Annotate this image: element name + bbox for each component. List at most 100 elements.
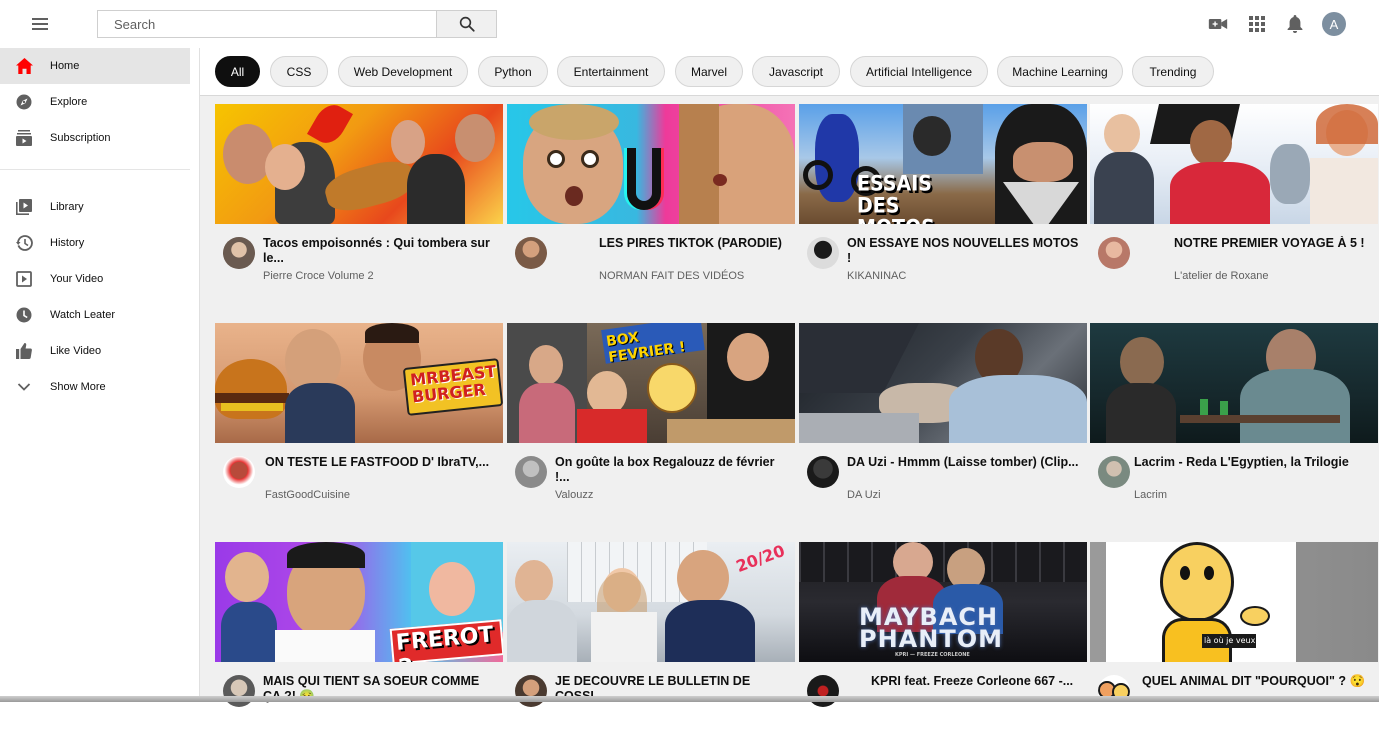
home-icon — [15, 57, 33, 75]
video-card[interactable]: MAYBACH PHANTOM KPRI — FREEZE CORLEONE K… — [799, 542, 1087, 752]
sidebar-item-watch-later[interactable]: Watch Leater — [0, 297, 190, 333]
search-box[interactable] — [97, 10, 437, 38]
video-card[interactable]: DA Uzi - Hmmm (Laisse tomber) (Clip... D… — [799, 323, 1087, 533]
channel-avatar[interactable] — [807, 675, 839, 707]
channel-avatar[interactable] — [515, 456, 547, 488]
hamburger-menu-icon[interactable] — [30, 16, 52, 32]
video-thumbnail[interactable]: MAYBACH PHANTOM KPRI — FREEZE CORLEONE — [799, 542, 1087, 662]
chip-all[interactable]: All — [215, 56, 260, 87]
main-content: All CSS Web Development Python Entertain… — [199, 48, 1379, 707]
window-bottom-edge — [0, 696, 1379, 702]
category-chips-bar: All CSS Web Development Python Entertain… — [200, 48, 1379, 96]
thumbnail-overlay-text: ESSAIS DES MOTOS — [857, 171, 935, 224]
sidebar-item-label: Home — [50, 60, 80, 72]
sidebar-item-show-more[interactable]: Show More — [0, 369, 190, 405]
video-card[interactable]: NOTRE PREMIER VOYAGE À 5 ! L'atelier de … — [1090, 104, 1378, 314]
video-card[interactable]: BOX FEVRIER ! On goûte la box Regalouzz … — [507, 323, 795, 533]
video-card[interactable]: MRBEAST BURGER ON TESTE LE FASTFOOD D' I… — [215, 323, 503, 533]
sidebar-item-subscription[interactable]: Subscription — [0, 120, 190, 156]
video-title[interactable]: ON ESSAYE NOS NOUVELLES MOTOS ! — [847, 236, 1079, 266]
search-button[interactable] — [436, 10, 497, 38]
sidebar-item-library[interactable]: Library — [0, 189, 190, 225]
channel-name[interactable]: Pierre Croce Volume 2 — [263, 270, 374, 282]
video-thumbnail[interactable] — [215, 104, 503, 224]
channel-avatar[interactable] — [807, 456, 839, 488]
video-camera-icon[interactable] — [1208, 14, 1228, 34]
video-title[interactable]: LES PIRES TIKTOK (PARODIE) — [599, 236, 831, 251]
channel-avatar[interactable] — [223, 456, 255, 488]
sidebar-item-label: Show More — [50, 381, 106, 393]
channel-name[interactable]: NORMAN FAIT DES VIDÉOS — [599, 270, 744, 282]
channel-avatar[interactable] — [223, 237, 255, 269]
chip-python[interactable]: Python — [478, 56, 548, 87]
video-title[interactable]: KPRI feat. Freeze Corleone 667 -... — [871, 674, 1103, 689]
video-thumbnail[interactable] — [507, 104, 795, 224]
video-thumbnail[interactable]: MRBEAST BURGER — [215, 323, 503, 443]
channel-avatar[interactable] — [1098, 675, 1130, 707]
video-thumbnail[interactable] — [1090, 104, 1378, 224]
channel-name[interactable]: L'atelier de Roxane — [1174, 270, 1268, 282]
library-icon — [15, 198, 33, 216]
channel-avatar[interactable] — [1098, 237, 1130, 269]
channel-name[interactable]: DA Uzi — [847, 489, 881, 501]
video-card[interactable]: FREROT 2 MAIS QUI TIENT SA SOEUR COMME Ç… — [215, 542, 503, 752]
sidebar-item-label: Subscription — [50, 132, 111, 144]
chip-entertainment[interactable]: Entertainment — [557, 56, 665, 87]
chip-marvel[interactable]: Marvel — [675, 56, 743, 87]
sidebar-item-label: Your Video — [50, 273, 104, 285]
video-card[interactable]: LES PIRES TIKTOK (PARODIE) NORMAN FAIT D… — [507, 104, 795, 314]
video-thumbnail[interactable]: là où je veux — [1090, 542, 1378, 662]
video-card[interactable]: 20/20 JE DECOUVRE LE BULLETIN DE COSSI .… — [507, 542, 795, 752]
thumbnail-overlay-text: MAYBACH PHANTOM — [859, 603, 1003, 653]
channel-avatar[interactable] — [223, 675, 255, 707]
video-thumbnail[interactable]: 20/20 — [507, 542, 795, 662]
video-thumbnail[interactable]: ESSAIS DES MOTOS — [799, 104, 1087, 224]
chip-machine-learning[interactable]: Machine Learning — [997, 56, 1123, 87]
sidebar-divider — [0, 169, 190, 170]
top-bar: A — [0, 0, 1379, 48]
video-title[interactable]: Tacos empoisonnés : Qui tombera sur le..… — [263, 236, 495, 266]
play-square-icon — [15, 270, 33, 288]
sidebar-item-explore[interactable]: Explore — [0, 84, 190, 120]
sidebar-item-like-video[interactable]: Like Video — [0, 333, 190, 369]
channel-avatar[interactable] — [807, 237, 839, 269]
bell-icon[interactable] — [1285, 14, 1305, 34]
chip-web-development[interactable]: Web Development — [338, 56, 468, 87]
compass-icon — [15, 93, 33, 111]
channel-name[interactable]: Valouzz — [555, 489, 593, 501]
chip-trending[interactable]: Trending — [1132, 56, 1214, 87]
video-title[interactable]: NOTRE PREMIER VOYAGE À 5 ! — [1174, 236, 1379, 251]
sidebar-item-history[interactable]: History — [0, 225, 190, 261]
chip-artificial-intelligence[interactable]: Artificial Intelligence — [850, 56, 988, 87]
search-input[interactable] — [98, 11, 437, 37]
apps-grid-icon[interactable] — [1247, 14, 1267, 34]
channel-name[interactable]: FastGoodCuisine — [265, 489, 350, 501]
channel-name[interactable]: KIKANINAC — [847, 270, 906, 282]
video-thumbnail[interactable]: FREROT 2 — [215, 542, 503, 662]
sidebar-item-home[interactable]: Home — [0, 48, 190, 84]
video-card[interactable]: là où je veux QUEL ANIMAL DIT "POURQUOI"… — [1090, 542, 1378, 752]
video-title[interactable]: On goûte la box Regalouzz de février !..… — [555, 455, 787, 485]
sidebar-item-label: Watch Leater — [50, 309, 116, 321]
chip-css[interactable]: CSS — [270, 56, 328, 87]
video-title[interactable]: ON TESTE LE FASTFOOD D' IbraTV,... — [265, 455, 497, 470]
user-avatar[interactable]: A — [1322, 12, 1346, 36]
video-card[interactable]: Lacrim - Reda L'Egyptien, la Trilogie La… — [1090, 323, 1378, 533]
chevron-down-icon — [15, 378, 33, 396]
video-thumbnail[interactable] — [1090, 323, 1378, 443]
channel-avatar[interactable] — [515, 675, 547, 707]
channel-name[interactable]: Lacrim — [1134, 489, 1167, 501]
video-thumbnail[interactable]: BOX FEVRIER ! — [507, 323, 795, 443]
video-card[interactable]: ESSAIS DES MOTOS ON ESSAYE NOS NOUVELLES… — [799, 104, 1087, 314]
channel-avatar[interactable] — [1098, 456, 1130, 488]
chip-javascript[interactable]: Javascript — [752, 56, 840, 87]
video-title[interactable]: DA Uzi - Hmmm (Laisse tomber) (Clip... — [847, 455, 1079, 470]
video-card[interactable]: Tacos empoisonnés : Qui tombera sur le..… — [215, 104, 503, 314]
sidebar-item-your-video[interactable]: Your Video — [0, 261, 190, 297]
clock-icon — [15, 306, 33, 324]
video-title[interactable]: QUEL ANIMAL DIT "POURQUOI" ? 😯 — [1142, 674, 1378, 689]
video-thumbnail[interactable] — [799, 323, 1087, 443]
video-title[interactable]: Lacrim - Reda L'Egyptien, la Trilogie — [1134, 455, 1366, 470]
channel-avatar[interactable] — [515, 237, 547, 269]
thumbnail-overlay-text: 20/20 — [733, 542, 788, 577]
